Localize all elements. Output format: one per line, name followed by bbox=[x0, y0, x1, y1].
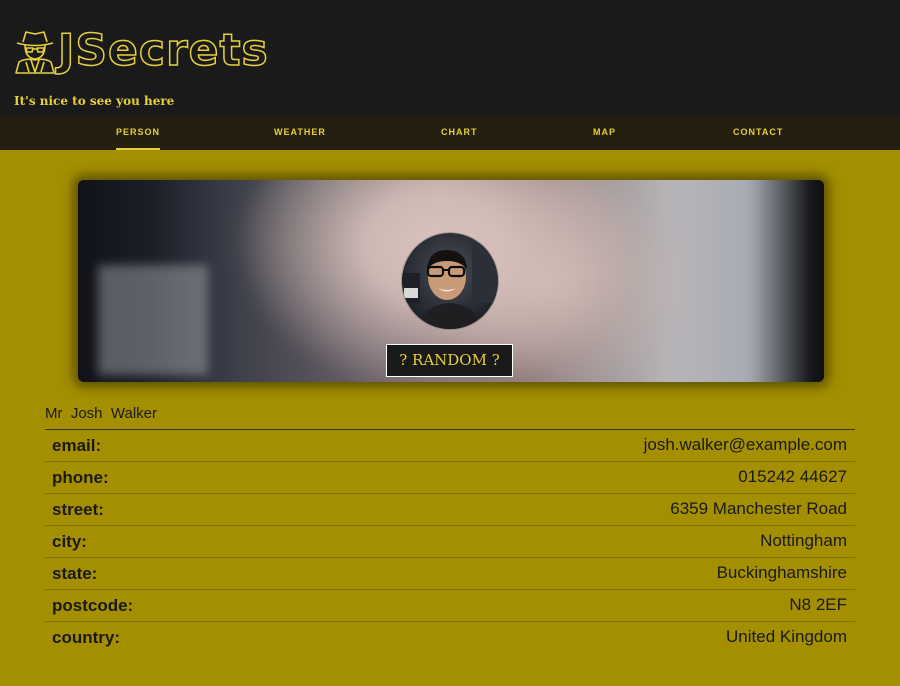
spy-icon bbox=[15, 31, 55, 74]
detail-row-postcode: postcode: N8 2EF bbox=[45, 590, 855, 622]
detail-key: state: bbox=[52, 564, 98, 583]
name-title: Mr bbox=[45, 405, 63, 422]
banner-blur-detail bbox=[98, 265, 208, 375]
detail-value: N8 2EF bbox=[789, 595, 847, 614]
detail-row-country: country: United Kingdom bbox=[45, 622, 855, 653]
detail-value: United Kingdom bbox=[726, 627, 847, 646]
name-last: Walker bbox=[110, 405, 157, 422]
detail-row-state: state: Buckinghamshire bbox=[45, 558, 855, 590]
detail-value: Nottingham bbox=[760, 531, 847, 550]
detail-row-city: city: Nottingham bbox=[45, 526, 855, 558]
detail-key: city: bbox=[52, 532, 87, 551]
detail-key: country: bbox=[52, 628, 120, 647]
site-header: JSecrets It's nice to see you here bbox=[0, 0, 900, 117]
person-name: Mr Josh Walker bbox=[45, 405, 157, 422]
detail-value: Buckinghamshire bbox=[716, 563, 847, 582]
app-title: JSecrets bbox=[57, 25, 269, 77]
nav-item-chart[interactable]: CHART bbox=[441, 117, 478, 150]
detail-row-street: street: 6359 Manchester Road bbox=[45, 494, 855, 526]
detail-row-phone: phone: 015242 44627 bbox=[45, 462, 855, 494]
detail-key: street: bbox=[52, 500, 104, 519]
detail-row-email: email: josh.walker@example.com bbox=[45, 430, 855, 462]
avatar bbox=[402, 233, 498, 329]
random-button[interactable]: ? RANDOM ? bbox=[386, 344, 513, 377]
detail-key: phone: bbox=[52, 468, 109, 487]
name-first: Josh bbox=[70, 405, 103, 422]
nav-item-person[interactable]: PERSON bbox=[116, 117, 161, 150]
detail-value: 6359 Manchester Road bbox=[670, 499, 847, 518]
nav-item-map[interactable]: MAP bbox=[593, 117, 616, 150]
main-nav: PERSON WEATHER CHART MAP CONTACT bbox=[0, 117, 900, 150]
nav-item-contact[interactable]: CONTACT bbox=[733, 117, 783, 150]
detail-key: email: bbox=[52, 436, 102, 455]
detail-value: 015242 44627 bbox=[738, 467, 847, 486]
details-table: email: josh.walker@example.com phone: 01… bbox=[45, 429, 855, 653]
nav-item-weather[interactable]: WEATHER bbox=[274, 117, 326, 150]
logo[interactable]: JSecrets bbox=[14, 25, 269, 77]
detail-value: josh.walker@example.com bbox=[643, 435, 847, 454]
avatar-photo bbox=[402, 233, 498, 329]
detail-key: postcode: bbox=[52, 596, 134, 615]
tagline: It's nice to see you here bbox=[14, 94, 175, 108]
